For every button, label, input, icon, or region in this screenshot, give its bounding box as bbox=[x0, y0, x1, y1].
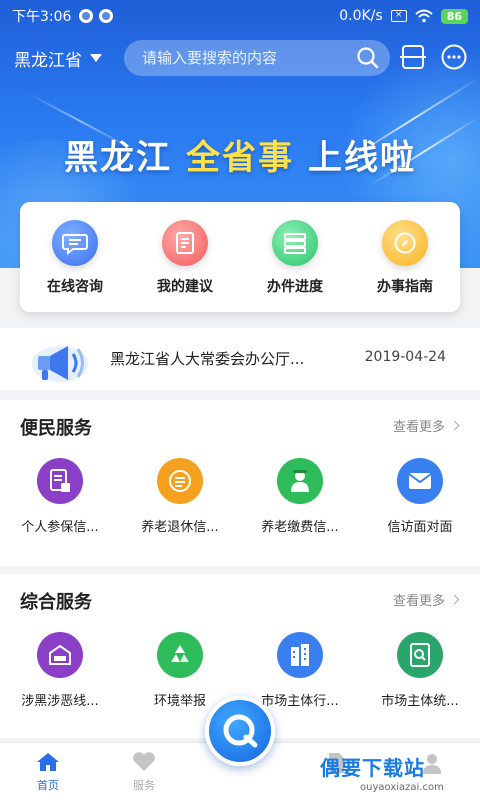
view-more-label: 查看更多 bbox=[392, 420, 445, 435]
convenience-services-section: 便民服务 查看更多 个人参保信... 养老退休信... 养老缴费信... 信访面… bbox=[0, 400, 480, 566]
banner-text: 上线啦 bbox=[308, 138, 416, 178]
scan-icon[interactable] bbox=[400, 44, 426, 70]
nav-label: 首页 bbox=[37, 779, 59, 792]
heart-icon bbox=[133, 752, 155, 771]
service-label: 环境举报 bbox=[153, 694, 206, 709]
quick-action-label: 在线咨询 bbox=[47, 279, 103, 295]
service-item[interactable]: 信访面对面 bbox=[360, 458, 480, 535]
message-icon[interactable] bbox=[440, 43, 468, 71]
quick-action-suggestion[interactable]: 我的建议 bbox=[130, 202, 240, 312]
site-watermark: 偶要下载站 ouyaoxiazai.com bbox=[320, 752, 444, 793]
notice-bar[interactable]: 黑龙江省人大常委会办公厅... 2019-04-24 bbox=[0, 328, 480, 390]
view-more-link[interactable]: 查看更多 bbox=[392, 416, 460, 435]
service-label: 市场主体统... bbox=[381, 694, 459, 709]
status-bar: 下午3:06 0.0K/s × 86 bbox=[0, 0, 480, 32]
center-action-button[interactable] bbox=[205, 696, 275, 766]
status-time: 下午3:06 bbox=[12, 9, 72, 25]
chat-bubble-icon bbox=[52, 220, 98, 266]
document-icon bbox=[162, 220, 208, 266]
wifi-icon bbox=[415, 9, 433, 23]
service-item[interactable]: 市场主体统... bbox=[360, 632, 480, 709]
insurance-doc-icon bbox=[37, 458, 83, 504]
service-item[interactable]: 养老退休信... bbox=[120, 458, 240, 535]
watermark-name: 偶要下载站 bbox=[320, 756, 425, 780]
banner-highlight: 全省事 bbox=[186, 138, 294, 178]
battery-indicator: 86 bbox=[440, 8, 468, 24]
service-label: 养老缴费信... bbox=[261, 520, 339, 535]
quick-action-label: 办事指南 bbox=[377, 279, 433, 295]
quick-action-guide[interactable]: 办事指南 bbox=[350, 202, 460, 312]
service-label: 涉黑涉恶线... bbox=[21, 694, 99, 709]
compass-icon bbox=[382, 220, 428, 266]
top-bar: 黑龙江省 bbox=[0, 38, 480, 78]
province-selector[interactable]: 黑龙江省 bbox=[14, 46, 102, 71]
app-logo-icon bbox=[223, 714, 258, 748]
service-label: 信访面对面 bbox=[387, 520, 453, 535]
service-item[interactable]: 涉黑涉恶线... bbox=[0, 632, 120, 709]
service-grid: 个人参保信... 养老退休信... 养老缴费信... 信访面对面 bbox=[0, 458, 480, 535]
notice-date: 2019-04-24 bbox=[364, 349, 446, 365]
report-box-icon bbox=[37, 632, 83, 678]
megaphone-icon bbox=[32, 346, 88, 382]
service-item[interactable]: 市场主体行... bbox=[240, 632, 360, 709]
service-label: 市场主体行... bbox=[261, 694, 339, 709]
envelope-icon bbox=[397, 458, 443, 504]
notification-icon bbox=[79, 9, 94, 23]
banner-text: 黑龙江 bbox=[64, 138, 172, 178]
quick-action-label: 办件进度 bbox=[267, 279, 323, 295]
network-speed: 0.0K/s bbox=[339, 8, 383, 24]
section-title: 便民服务 bbox=[20, 418, 92, 439]
recycle-icon bbox=[157, 632, 203, 678]
list-icon bbox=[157, 458, 203, 504]
view-more-link[interactable]: 查看更多 bbox=[392, 590, 460, 609]
quick-action-label: 我的建议 bbox=[157, 279, 213, 295]
chevron-down-icon bbox=[90, 54, 102, 62]
search-bar[interactable] bbox=[124, 40, 390, 76]
document-search-icon bbox=[397, 632, 443, 678]
province-label: 黑龙江省 bbox=[14, 50, 82, 71]
elderly-person-icon bbox=[277, 458, 323, 504]
service-label: 养老退休信... bbox=[141, 520, 219, 535]
notice-text: 黑龙江省人大常委会办公厅... bbox=[110, 350, 305, 368]
service-label: 个人参保信... bbox=[21, 520, 99, 535]
quick-action-consult[interactable]: 在线咨询 bbox=[20, 202, 130, 312]
service-item[interactable]: 养老缴费信... bbox=[240, 458, 360, 535]
search-icon[interactable] bbox=[356, 46, 380, 70]
chevron-right-icon bbox=[449, 420, 460, 431]
section-title: 综合服务 bbox=[20, 592, 92, 613]
notification-icon bbox=[99, 9, 114, 23]
service-item[interactable]: 个人参保信... bbox=[0, 458, 120, 535]
quick-action-progress[interactable]: 办件进度 bbox=[240, 202, 350, 312]
building-icon bbox=[277, 632, 323, 678]
home-icon bbox=[37, 753, 59, 771]
nav-label: 服务 bbox=[133, 779, 155, 792]
sim-icon: × bbox=[390, 10, 407, 22]
service-item[interactable]: 环境举报 bbox=[120, 632, 240, 709]
progress-list-icon bbox=[272, 220, 318, 266]
banner-headline: 黑龙江 全省事 上线啦 bbox=[0, 130, 480, 179]
watermark-url: ouyaoxiazai.com bbox=[360, 782, 444, 793]
search-input[interactable] bbox=[142, 49, 342, 67]
nav-service[interactable]: 服务 bbox=[104, 751, 184, 793]
chevron-right-icon bbox=[449, 594, 460, 605]
nav-home[interactable]: 首页 bbox=[8, 751, 88, 793]
quick-action-card: 在线咨询 我的建议 办件进度 办事指南 bbox=[20, 202, 460, 312]
view-more-label: 查看更多 bbox=[392, 594, 445, 609]
